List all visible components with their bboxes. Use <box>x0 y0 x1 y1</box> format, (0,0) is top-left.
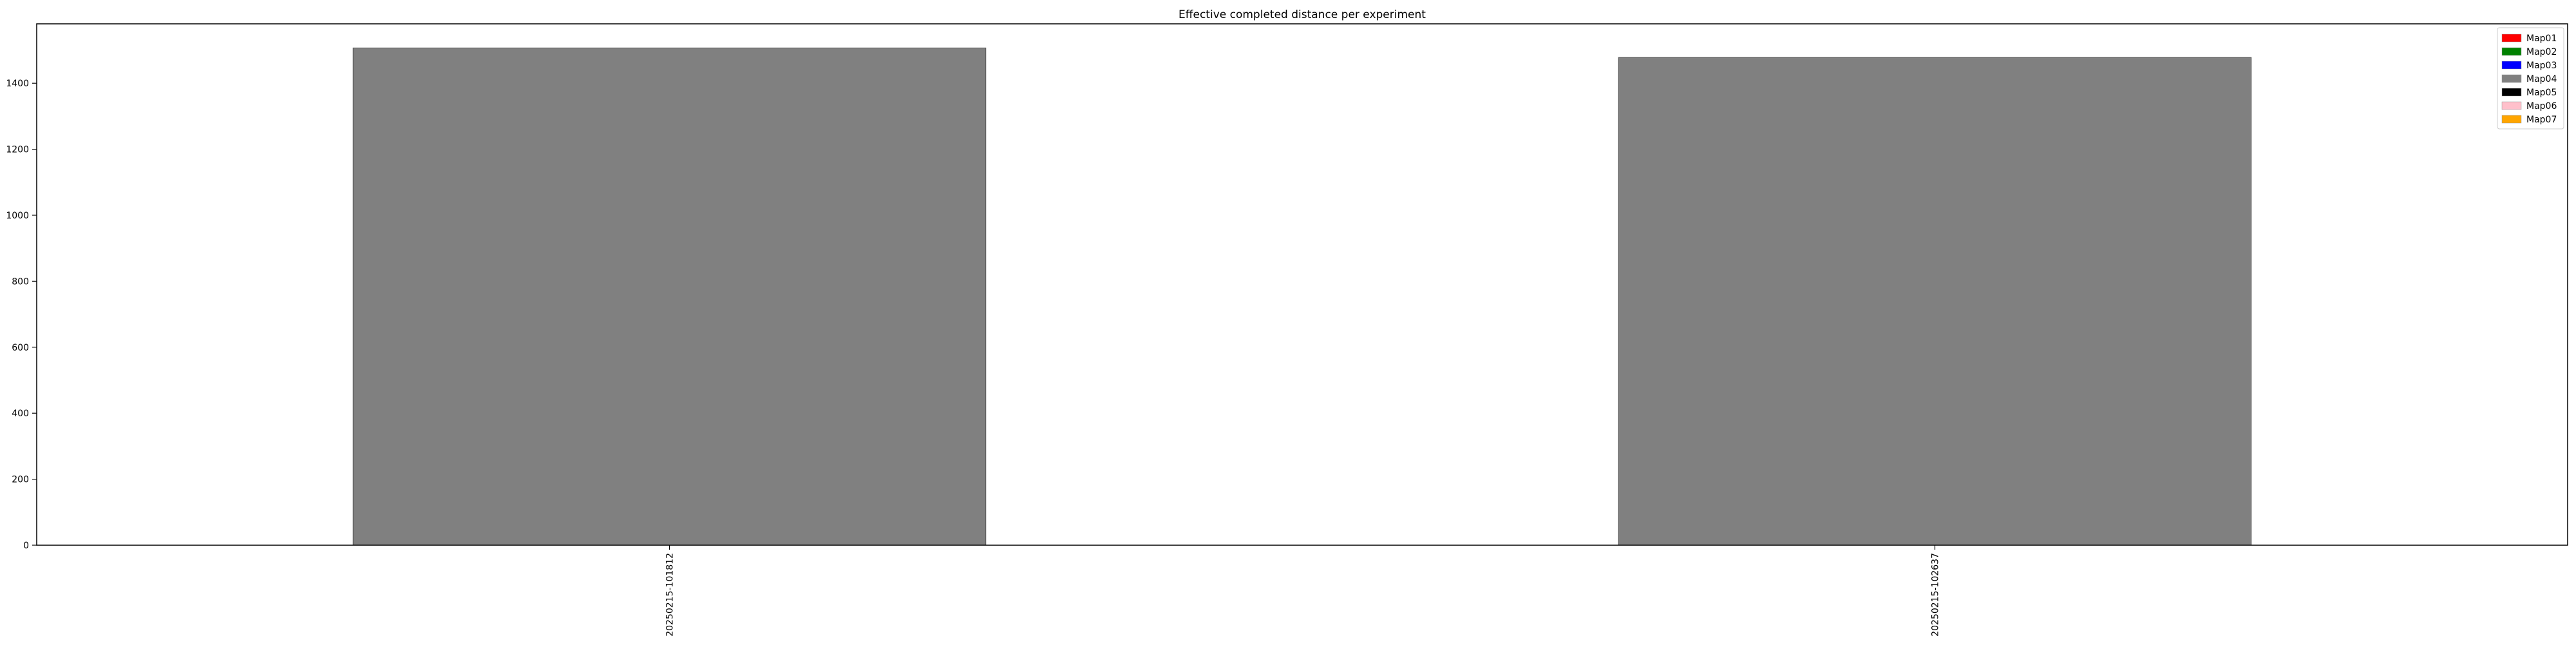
y-tick-label: 800 <box>12 276 29 287</box>
legend-label: Map04 <box>2526 74 2557 84</box>
legend-label: Map01 <box>2526 34 2557 44</box>
y-tick-label: 1000 <box>6 211 29 221</box>
legend-label: Map06 <box>2526 101 2557 111</box>
y-tick-label: 600 <box>12 343 29 353</box>
legend-swatch <box>2501 115 2522 124</box>
bar-20250215-101812 <box>352 47 987 546</box>
y-axis: 0 200 400 600 800 1000 1200 1400 <box>6 79 37 551</box>
legend-swatch <box>2501 101 2522 110</box>
legend-label: Map02 <box>2526 47 2557 57</box>
legend: Map01 Map02 Map03 Map04 Map05 Map06 Map07 <box>2497 27 2564 130</box>
chart-container: Effective completed distance per experim… <box>0 0 2576 644</box>
x-tick-label: 20250215-101812 <box>665 553 676 637</box>
bars-layer <box>352 47 2252 546</box>
y-tick-label: 1200 <box>6 145 29 155</box>
legend-label: Map05 <box>2526 88 2557 98</box>
legend-swatch <box>2501 34 2522 43</box>
chart-title: Effective completed distance per experim… <box>1179 8 1426 21</box>
legend-swatch <box>2501 88 2522 97</box>
legend-label: Map07 <box>2526 115 2557 125</box>
bar-chart: Effective completed distance per experim… <box>6 8 2568 637</box>
legend-swatch <box>2501 74 2522 83</box>
legend-swatch <box>2501 47 2522 56</box>
legend-swatch <box>2501 61 2522 70</box>
y-tick-label: 0 <box>23 541 29 551</box>
legend-label: Map03 <box>2526 61 2557 71</box>
y-tick-label: 400 <box>12 409 29 419</box>
x-tick-label: 20250215-102637 <box>1931 553 1941 637</box>
y-tick-label: 200 <box>12 475 29 485</box>
y-tick-label: 1400 <box>6 79 29 89</box>
bar-20250215-102637 <box>1618 57 2252 546</box>
x-axis: 20250215-101812 20250215-102637 <box>665 545 1941 637</box>
